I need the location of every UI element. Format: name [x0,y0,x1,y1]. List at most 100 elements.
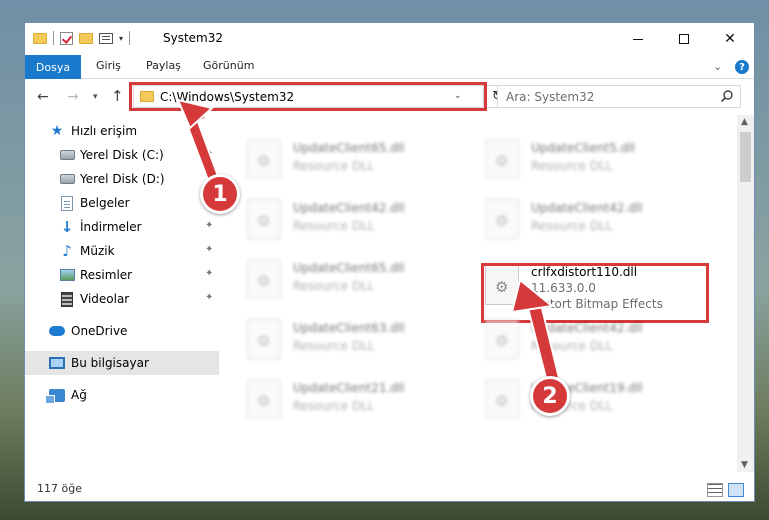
sidebar-item-downloads[interactable]: ↓ İndirmeler ✦ [25,215,219,239]
new-folder-icon[interactable] [79,32,93,44]
search-icon[interactable] [720,89,734,106]
step-2-badge: 2 [530,376,570,416]
divider [53,31,54,45]
status-bar: 117 öğe [25,479,754,501]
file-item[interactable]: UpdateClient63.dll Resource DLL [247,315,473,367]
navigation-bar: ← → ▾ ↑ C:\Windows\System32 ⌄ ↻ Ara: Sys… [25,79,754,115]
sidebar-item-label: Hızlı erişim [71,124,138,138]
videos-icon [59,291,75,307]
sidebar-item-documents[interactable]: Belgeler ✦ [25,191,219,215]
sidebar-item-local-disk-d[interactable]: Yerel Disk (D:) ✦ [25,167,219,191]
pin-icon[interactable]: ✦ [205,220,213,231]
file-item[interactable]: UpdateClient19.dll Resource DLL [485,375,711,427]
file-description: Resource DLL [293,219,375,233]
minimize-button[interactable] [615,23,661,55]
file-list: UpdateClient65.dll Resource DLL UpdateCl… [235,115,735,465]
ribbon-tabs: Dosya Giriş Paylaş Görünüm ⌄ ? [25,55,754,79]
file-name: UpdateClient42.dll [293,201,405,215]
minimize-icon [633,38,643,40]
back-arrow-icon[interactable]: ← [37,89,49,105]
view-list-icon[interactable] [99,32,113,44]
file-item[interactable]: UpdateClient42.dll Resource DLL [485,195,711,247]
sidebar-item-label: Müzik [80,244,115,258]
file-name: UpdateClient5.dll [531,141,635,155]
ribbon-expand-icon[interactable]: ⌄ [713,60,722,73]
up-arrow-icon[interactable]: ↑ [111,87,124,105]
file-name: UpdateClient42.dll [531,321,643,335]
music-icon: ♪ [62,242,72,260]
quick-access-toolbar: ▾ [33,31,131,45]
sidebar-item-label: Ağ [71,388,87,402]
tab-share[interactable]: Paylaş [146,59,181,72]
sidebar-item-videos[interactable]: Videolar ✦ [25,287,219,311]
tab-view[interactable]: Görünüm [203,59,254,72]
search-input[interactable]: Ara: System32 [497,85,741,108]
file-item[interactable]: UpdateClient42.dll Resource DLL [247,195,473,247]
tab-file[interactable]: Dosya [25,55,81,79]
file-description: Resource DLL [531,339,613,353]
file-item[interactable]: UpdateClient21.dll Resource DLL [247,375,473,427]
properties-check-icon[interactable] [60,31,73,45]
sidebar-item-music[interactable]: ♪ Müzik ✦ [25,239,219,263]
scroll-thumb[interactable] [740,132,751,182]
title-bar: ▾ System32 ✕ [25,23,754,55]
file-item[interactable]: UpdateClient5.dll Resource DLL [485,135,711,187]
sidebar-item-pictures[interactable]: Resimler ✦ [25,263,219,287]
drive-icon [59,171,75,187]
dll-file-icon [485,199,519,239]
file-description: Resource DLL [293,339,375,353]
divider [129,31,131,45]
dll-file-icon [247,139,281,179]
close-icon: ✕ [724,31,736,47]
star-icon: ★ [50,123,64,139]
sidebar-item-local-disk-c[interactable]: Yerel Disk (C:) ✦ [25,143,219,167]
pin-icon[interactable]: ✦ [205,148,213,159]
download-icon: ↓ [60,218,74,236]
sidebar-item-quick-access[interactable]: ★ Hızlı erişim [25,119,219,143]
sidebar-item-label: Resimler [80,268,133,282]
navigation-pane: ★ Hızlı erişim Yerel Disk (C:) ✦ Yerel D… [25,115,219,465]
sidebar-item-label: Yerel Disk (D:) [80,172,165,186]
file-description: Resource DLL [293,399,375,413]
dll-file-icon [485,379,519,419]
pictures-icon [59,267,75,283]
pin-icon[interactable]: ✦ [205,292,213,303]
folder-icon [33,32,47,44]
chevron-down-icon[interactable]: ▾ [119,34,123,43]
sidebar-item-onedrive[interactable]: OneDrive [25,319,219,343]
file-description: Resource DLL [531,159,613,173]
file-description: Resource DLL [293,159,375,173]
pin-icon[interactable]: ✦ [205,244,213,255]
close-button[interactable]: ✕ [707,23,753,55]
search-placeholder: Ara: System32 [506,90,595,104]
maximize-button[interactable] [661,23,707,55]
step-1-badge: 1 [200,174,240,214]
sidebar-item-this-pc[interactable]: Bu bilgisayar [25,351,219,375]
dll-file-icon [247,379,281,419]
maximize-icon [679,34,689,44]
file-name: UpdateClient21.dll [293,381,405,395]
file-item[interactable]: UpdateClient42.dll Resource DLL [485,315,711,367]
large-icons-view-icon[interactable] [728,483,744,497]
pin-icon[interactable]: ✦ [205,268,213,279]
network-icon [45,387,65,404]
file-description: Resource DLL [531,219,613,233]
file-item[interactable]: UpdateClient65.dll Resource DLL [247,135,473,187]
explorer-window: ▾ System32 ✕ Dosya Giriş Paylaş Görünüm … [24,22,755,502]
help-icon[interactable]: ? [735,60,749,74]
scroll-up-icon[interactable]: ▲ [741,117,748,127]
vertical-scrollbar[interactable]: ▲ ▼ [737,115,754,472]
forward-arrow-icon[interactable]: → [67,89,79,105]
file-name: UpdateClient63.dll [293,321,405,335]
file-item[interactable]: UpdateClient65.dll Resource DLL [247,255,473,307]
tab-home[interactable]: Giriş [96,59,121,72]
sidebar-item-network[interactable]: Ağ [25,383,219,407]
recent-locations-icon[interactable]: ▾ [93,92,98,102]
scroll-down-icon[interactable]: ▼ [741,460,748,470]
sidebar-item-label: Videolar [80,292,130,306]
sidebar-item-label: İndirmeler [80,220,142,234]
details-view-icon[interactable] [707,483,723,497]
file-highlight-box [481,263,709,323]
item-count: 117 öğe [37,482,82,495]
documents-icon [59,195,75,211]
